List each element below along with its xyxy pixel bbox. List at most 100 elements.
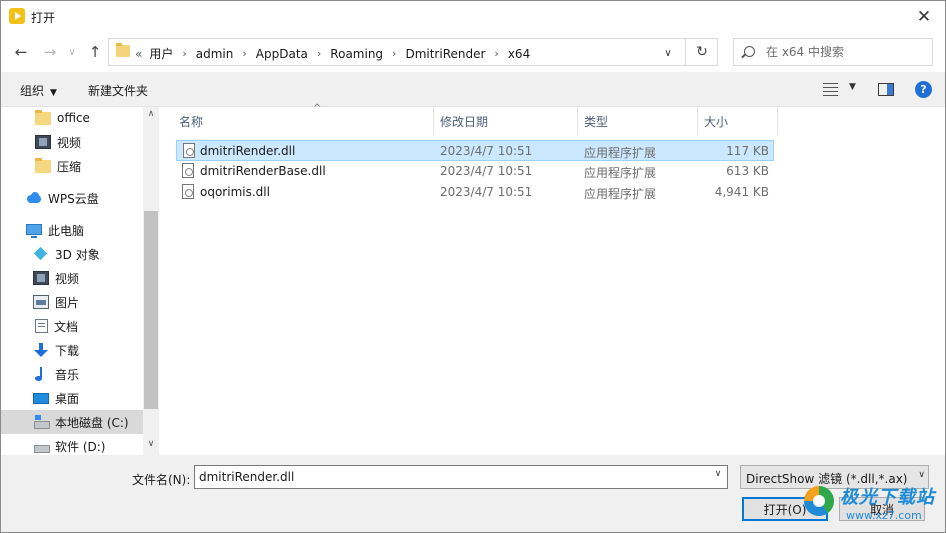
change-view-button[interactable]: ▼ [823, 82, 863, 97]
recent-locations-chevron-icon[interactable]: ∨ [61, 41, 83, 63]
column-header-label: 大小 [704, 114, 729, 129]
file-list: ^ 名称 修改日期 类型 大小 dmitriRender.dll 2023/4/… [159, 103, 945, 455]
file-size: 4,941 KB [714, 185, 769, 199]
up-arrow-icon[interactable]: ↑ [84, 41, 106, 63]
breadcrumb-item[interactable]: Roaming [330, 47, 383, 61]
documents-icon [35, 319, 48, 333]
folder-icon [35, 109, 51, 125]
sidebar-item-local-disk-c[interactable]: 本地磁盘 (C:) [1, 410, 143, 434]
file-size: 613 KB [726, 164, 769, 178]
breadcrumb-item[interactable]: DmitriRender [405, 47, 485, 61]
cloud-icon [26, 191, 42, 205]
sidebar-item-label: 视频 [55, 271, 80, 286]
column-header-date[interactable]: 修改日期 [434, 107, 578, 135]
address-bar[interactable]: « 用户 › admin › AppData › Roaming › Dmitr… [108, 38, 718, 66]
sidebar-item-label: 桌面 [55, 391, 80, 406]
refresh-icon[interactable]: ↻ [689, 42, 715, 62]
breadcrumb-overflow[interactable]: « [135, 47, 142, 61]
breadcrumb-separator-icon[interactable]: › [317, 47, 321, 60]
scroll-down-chevron-icon[interactable]: ∨ [143, 439, 159, 453]
open-file-dialog: 打开 ✕ ← → ∨ ↑ « 用户 › admin › AppData › Ro… [0, 0, 946, 533]
desktop-icon [33, 392, 49, 404]
file-type: 应用程序扩展 [584, 166, 657, 180]
file-size: 117 KB [726, 144, 769, 158]
sort-ascending-icon: ^ [313, 103, 322, 114]
sidebar-item-label: 3D 对象 [55, 247, 100, 262]
sidebar-item-drive-d[interactable]: 软件 (D:) [1, 434, 143, 455]
sidebar-item-this-pc[interactable]: 此电脑 [1, 218, 143, 242]
breadcrumb-separator-icon[interactable]: › [242, 47, 246, 60]
computer-icon [26, 223, 42, 238]
column-header-name[interactable]: ^ 名称 [173, 103, 434, 135]
search-input[interactable] [766, 44, 926, 60]
file-row[interactable]: dmitriRenderBase.dll 2023/4/7 10:51 应用程序… [176, 161, 774, 182]
sidebar-item-archive[interactable]: 压缩 [1, 154, 143, 178]
organize-label: 组织 [20, 84, 45, 98]
breadcrumb-separator-icon[interactable]: › [392, 47, 396, 60]
breadcrumb-item[interactable]: AppData [256, 47, 308, 61]
new-folder-button[interactable]: 新建文件夹 [88, 82, 148, 99]
chevron-down-icon: ▼ [849, 82, 856, 92]
app-icon [9, 8, 25, 24]
filename-input[interactable] [199, 469, 699, 485]
sidebar-item-pictures[interactable]: 图片 [1, 290, 143, 314]
column-header-label: 类型 [584, 114, 609, 129]
sidebar-item-label: 下载 [55, 343, 80, 358]
sidebar-scrollbar[interactable]: ∧ ∨ [143, 107, 159, 455]
file-modified: 2023/4/7 10:51 [440, 164, 533, 178]
filename-label: 文件名(N): [132, 473, 191, 487]
chevron-down-icon[interactable]: ∨ [711, 469, 725, 485]
filename-combobox[interactable]: ∨ [194, 465, 728, 489]
file-type: 应用程序扩展 [584, 146, 657, 160]
site-watermark: 极光下载站 www.xz7.com [800, 474, 946, 533]
sidebar-item-documents[interactable]: 文档 [1, 314, 143, 338]
file-row[interactable]: dmitriRender.dll 2023/4/7 10:51 应用程序扩展 1… [176, 140, 774, 161]
sidebar-item-label: office [57, 111, 90, 125]
sidebar-item-label: 视频 [57, 135, 82, 150]
dll-file-icon [182, 184, 194, 199]
breadcrumb-item[interactable]: 用户 [149, 45, 173, 62]
file-modified: 2023/4/7 10:51 [440, 144, 533, 158]
help-icon[interactable]: ? [915, 81, 932, 98]
file-modified: 2023/4/7 10:51 [440, 185, 533, 199]
scrollbar-thumb[interactable] [144, 211, 158, 409]
sidebar-item-videos-pc[interactable]: 视频 [1, 266, 143, 290]
sidebar-item-label: WPS云盘 [48, 191, 99, 206]
sidebar-item-label: 软件 (D:) [55, 439, 106, 454]
address-row: ← → ∨ ↑ « 用户 › admin › AppData › Roaming… [1, 32, 945, 72]
sidebar-item-3d-objects[interactable]: 3D 对象 [1, 242, 143, 266]
sidebar-item-office[interactable]: office [1, 107, 143, 130]
sidebar-item-desktop[interactable]: 桌面 [1, 386, 143, 410]
video-icon [33, 271, 49, 285]
breadcrumb-separator-icon[interactable]: › [494, 47, 498, 60]
folder-icon [116, 43, 130, 57]
breadcrumb-item[interactable]: admin [196, 47, 234, 61]
breadcrumb-item[interactable]: x64 [508, 47, 530, 61]
3d-objects-icon [33, 247, 49, 261]
preview-pane-icon[interactable] [878, 83, 894, 96]
forward-arrow-icon[interactable]: → [39, 41, 61, 63]
column-header-label: 名称 [179, 114, 204, 129]
close-button[interactable]: ✕ [903, 1, 945, 32]
folder-icon [35, 157, 51, 173]
file-row[interactable]: oqorimis.dll 2023/4/7 10:51 应用程序扩展 4,941… [176, 182, 774, 203]
title-bar: 打开 ✕ [1, 1, 945, 32]
video-icon [35, 135, 51, 149]
watermark-logo-icon [804, 486, 834, 516]
column-header-size[interactable]: 大小 [698, 107, 778, 135]
scroll-up-chevron-icon[interactable]: ∧ [143, 109, 159, 123]
address-history-chevron-icon[interactable]: ∨ [657, 43, 679, 63]
music-icon [33, 367, 49, 381]
search-icon [744, 46, 755, 57]
sidebar-item-downloads[interactable]: 下载 [1, 338, 143, 362]
breadcrumb-separator-icon[interactable]: › [182, 47, 186, 60]
back-arrow-icon[interactable]: ← [10, 41, 32, 63]
sidebar-item-music[interactable]: 音乐 [1, 362, 143, 386]
sidebar-item-videos[interactable]: 视频 [1, 130, 143, 154]
search-box[interactable] [733, 38, 933, 66]
sidebar-item-wps-cloud[interactable]: WPS云盘 [1, 186, 143, 210]
column-header-type[interactable]: 类型 [578, 107, 698, 135]
local-disk-icon [33, 415, 50, 429]
details-view-icon [823, 83, 838, 96]
organize-button[interactable]: 组织 ▼ [20, 82, 57, 99]
